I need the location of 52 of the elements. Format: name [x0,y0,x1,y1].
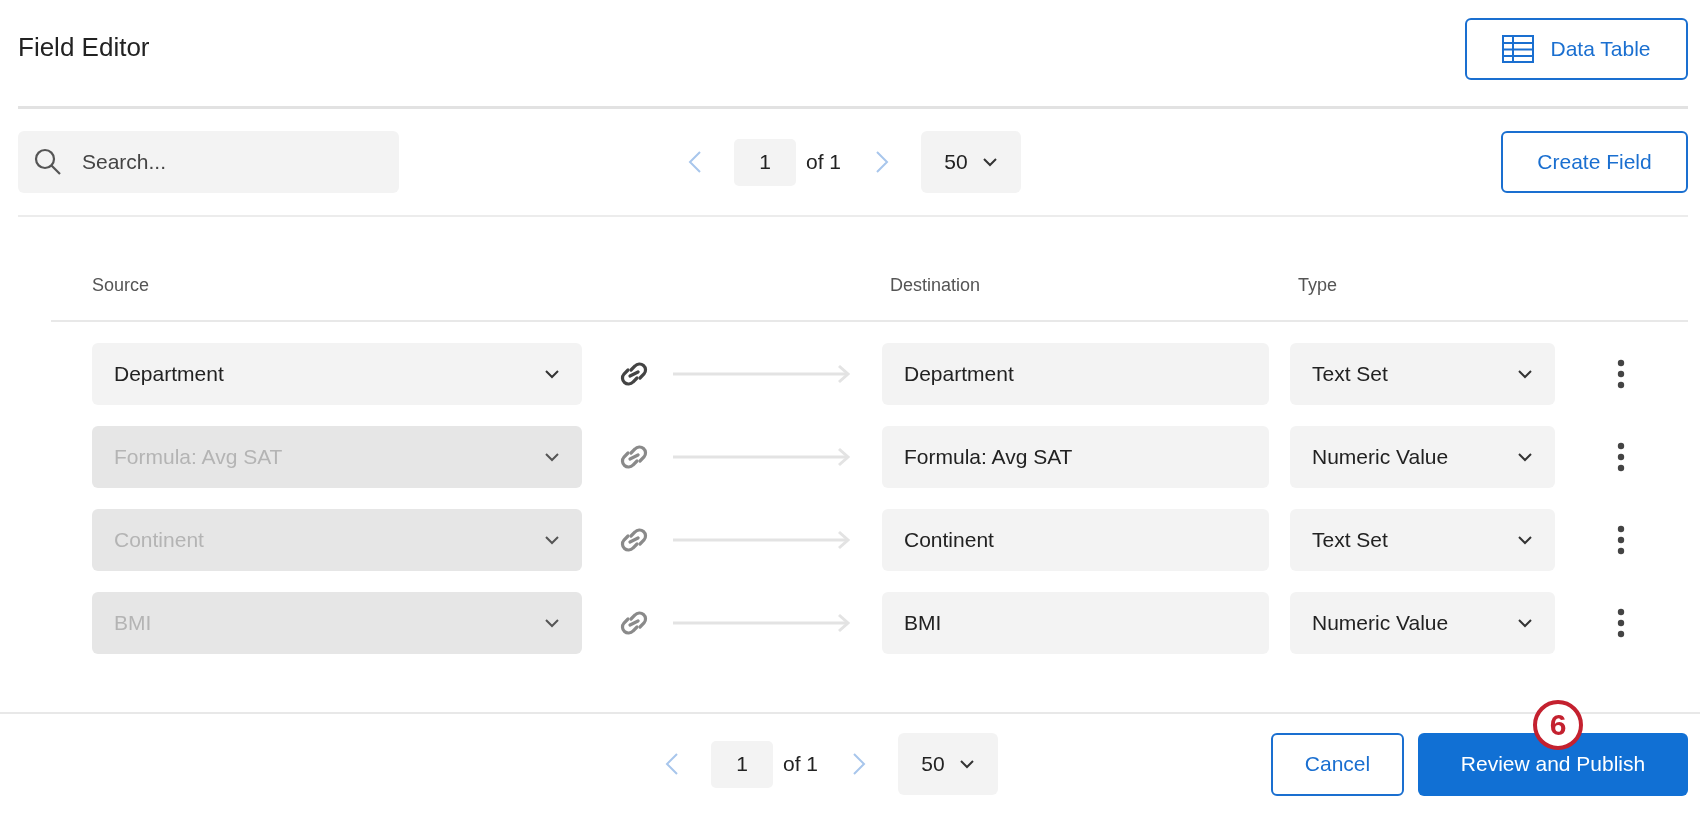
arrow-icon [673,364,851,384]
arrow-icon [673,530,851,550]
chevron-right-icon [875,150,890,174]
page-size-dropdown[interactable]: 50 [898,733,999,795]
chevron-down-icon [544,535,560,545]
search-field[interactable]: Search... [18,131,399,193]
destination-field[interactable]: Department [882,343,1269,405]
destination-field[interactable]: Continent [882,509,1269,571]
column-header: Type [1298,275,1338,296]
chevron-down-icon [544,618,560,628]
link-icon [618,609,650,637]
more-options-icon [1616,525,1626,555]
source-dropdown[interactable]: Department [92,343,582,405]
type-dropdown[interactable]: Text Set [1290,343,1555,405]
data-table-button[interactable]: Data Table [1465,18,1688,80]
chevron-left-icon [665,752,679,776]
column-header: Destination [890,275,982,296]
table-icon [1502,35,1535,63]
link-icon [618,443,650,471]
search-icon [34,148,62,176]
chevron-down-icon [1517,535,1533,545]
link-icon [618,526,650,554]
chevron-right-icon [852,752,867,776]
more-options-icon [1616,442,1626,472]
chevron-down-icon [981,157,998,167]
type-dropdown[interactable]: Text Set [1290,509,1555,571]
type-dropdown[interactable]: Numeric Value [1290,592,1555,654]
type-dropdown[interactable]: Numeric Value [1290,426,1555,488]
more-options-icon [1616,359,1626,389]
page-number-field[interactable]: 1 [711,740,773,788]
destination-field[interactable]: Formula: Avg SAT [882,426,1269,488]
arrow-icon [673,447,851,467]
chevron-left-icon [688,150,702,174]
arrow-icon [673,613,851,633]
chevron-down-icon [1517,369,1533,379]
page-size-dropdown[interactable]: 50 [921,131,1022,193]
link-icon [618,360,650,388]
page-title: Field Editor [18,32,150,63]
create-field-button[interactable]: Create Field [1501,131,1688,193]
chevron-down-icon [1517,452,1533,462]
chevron-down-icon [958,759,975,769]
cancel-button[interactable]: Cancel [1271,732,1404,796]
chevron-down-icon [544,452,560,462]
chevron-down-icon [544,369,560,379]
step-number-badge: 6 [1533,700,1583,750]
page-count-text: of 1 [806,150,842,174]
column-header: Source [92,275,151,296]
page-count-text: of 1 [783,752,819,776]
destination-field[interactable]: BMI [882,592,1269,654]
chevron-down-icon [1517,618,1533,628]
page-number-field[interactable]: 1 [734,138,796,186]
more-options-icon [1616,608,1626,638]
